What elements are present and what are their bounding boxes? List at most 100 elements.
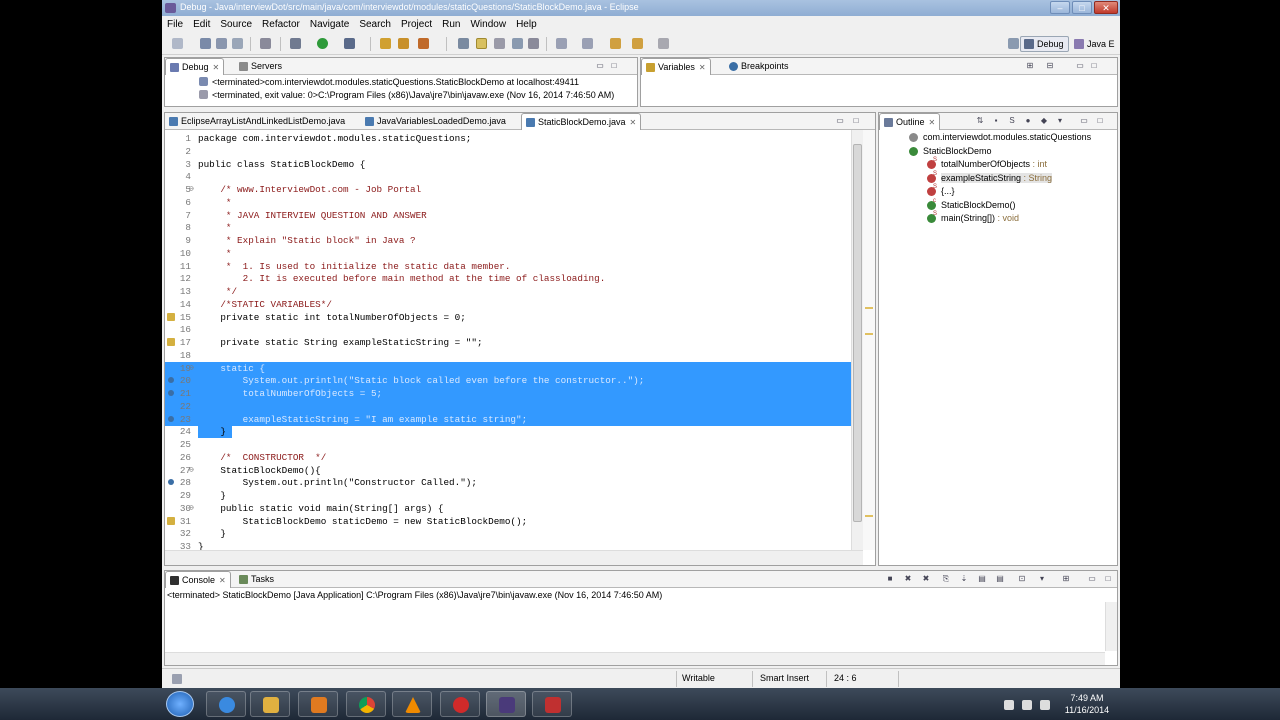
code-line[interactable]: 9 * Explain "Static block" in Java ? <box>165 234 851 247</box>
scrollbar-thumb[interactable] <box>853 144 862 522</box>
tab-variables[interactable]: Variables ✕ <box>641 58 711 75</box>
tab-tasks[interactable]: Tasks <box>235 571 278 588</box>
taskbar-vlc[interactable] <box>392 691 432 717</box>
tab-outline[interactable]: Outline ✕ <box>879 113 941 130</box>
console-horizontal-scrollbar[interactable] <box>165 652 1105 665</box>
show-whitespace-icon[interactable] <box>512 38 523 49</box>
menu-edit[interactable]: Edit <box>188 19 215 30</box>
menu-refactor[interactable]: Refactor <box>257 19 305 30</box>
code-line[interactable]: 24 } <box>165 425 851 439</box>
code-line[interactable]: 10 * <box>165 247 851 260</box>
skip-breakpoints-icon[interactable] <box>260 38 271 49</box>
forward-icon[interactable] <box>658 38 669 49</box>
pilcrow-icon[interactable] <box>528 38 539 49</box>
run-icon[interactable] <box>317 38 328 49</box>
debug-perspective-button[interactable]: Debug <box>1020 36 1069 52</box>
scroll-lock-icon[interactable]: ⇣ <box>959 574 969 584</box>
menu-search[interactable]: Search <box>354 19 396 30</box>
code-line[interactable]: 8 * <box>165 221 851 234</box>
show-on-stdout-icon[interactable]: ▤ <box>977 574 987 584</box>
hide-local-types-icon[interactable]: ◆ <box>1039 116 1049 126</box>
code-line[interactable]: 31 StaticBlockDemo staticDemo = new Stat… <box>165 515 851 528</box>
show-on-stderr-icon[interactable]: ▤ <box>995 574 1005 584</box>
back-icon[interactable] <box>632 38 643 49</box>
outline-item[interactable]: StaticBlockDemo <box>909 146 992 156</box>
code-line[interactable]: 27 ⊖ StaticBlockDemo(){ <box>165 464 851 477</box>
outline-item[interactable]: SexampleStaticString : String <box>927 171 1053 183</box>
close-tab-icon[interactable]: ✕ <box>213 63 220 72</box>
outline-item[interactable]: com.interviewdot.modules.staticQuestions <box>909 132 1091 142</box>
menu-source[interactable]: Source <box>215 19 257 30</box>
tray-network-icon[interactable] <box>1022 700 1032 710</box>
open-perspective-icon[interactable] <box>1008 38 1019 49</box>
code-line[interactable]: 23 exampleStaticString = "I am example s… <box>165 412 851 426</box>
menu-file[interactable]: File <box>162 19 188 30</box>
debug-gear-icon[interactable] <box>290 38 301 49</box>
clear-console-icon[interactable]: ⎘ <box>941 574 951 584</box>
debug-process-item[interactable]: <terminated, exit value: 0>C:\Program Fi… <box>199 90 614 100</box>
tab-eclipse-arraylist-demo[interactable]: EclipseArrayListAndLinkedListDemo.java <box>165 113 349 130</box>
terminate-icon[interactable]: ■ <box>885 574 895 584</box>
code-line[interactable]: 4 <box>165 170 851 183</box>
last-edit-location-icon[interactable] <box>610 38 621 49</box>
maximize-view-icon[interactable]: □ <box>851 116 861 126</box>
block-selection-icon[interactable] <box>494 38 505 49</box>
fold-toggle-icon[interactable]: ⊖ <box>189 183 197 196</box>
outline-item[interactable]: c StaticBlockDemo() <box>927 198 1016 210</box>
open-type-icon[interactable] <box>458 38 469 49</box>
display-console-icon[interactable]: ▾ <box>1037 574 1047 584</box>
close-tab-icon[interactable]: ✕ <box>219 576 226 585</box>
system-clock[interactable]: 7:49 AM 11/16/2014 <box>1058 692 1116 716</box>
menu-window[interactable]: Window <box>465 19 511 30</box>
console-vertical-scrollbar[interactable] <box>1105 602 1117 651</box>
remove-launch-icon[interactable]: ✖ <box>903 574 913 584</box>
tray-flag-icon[interactable] <box>1004 700 1014 710</box>
code-line[interactable]: 13 */ <box>165 285 851 298</box>
taskbar-ie[interactable] <box>206 691 246 717</box>
minimize-button[interactable]: – <box>1050 1 1070 14</box>
hide-static-icon[interactable]: S <box>1007 116 1017 126</box>
taskbar-eclipse[interactable] <box>486 691 526 717</box>
taskbar-screen-recorder[interactable] <box>532 691 572 717</box>
code-line[interactable]: 14 /*STATIC VARIABLES*/ <box>165 298 851 311</box>
menu-run[interactable]: Run <box>437 19 465 30</box>
tab-breakpoints[interactable]: Breakpoints <box>725 58 793 75</box>
close-tab-icon[interactable]: ✕ <box>929 118 936 127</box>
code-line[interactable]: 17 private static String exampleStaticSt… <box>165 336 851 349</box>
code-line[interactable]: 2 <box>165 145 851 158</box>
save-all-icon[interactable] <box>216 38 227 49</box>
previous-annotation-icon[interactable] <box>582 38 593 49</box>
java-perspective-button[interactable]: Java E <box>1070 36 1120 52</box>
taskbar-chrome[interactable] <box>346 691 386 717</box>
code-line[interactable]: 22 <box>165 399 851 413</box>
view-menu-icon[interactable]: ▾ <box>1055 116 1065 126</box>
new-class-icon[interactable] <box>418 38 429 49</box>
minimize-view-icon[interactable]: ▭ <box>595 61 605 71</box>
fold-toggle-icon[interactable]: ⊖ <box>189 502 197 515</box>
taskbar-app[interactable] <box>440 691 480 717</box>
tab-java-variables-loaded-demo[interactable]: JavaVariablesLoadedDemo.java <box>361 113 510 130</box>
code-area[interactable]: 1 package com.interviewdot.modules.static… <box>165 130 851 552</box>
debug-launch-item[interactable]: <terminated>com.interviewdot.modules.sta… <box>199 77 579 87</box>
editor-vertical-scrollbar[interactable] <box>851 130 863 550</box>
code-line[interactable]: 11 * 1. Is used to initialize the static… <box>165 260 851 273</box>
close-button[interactable]: ✕ <box>1094 1 1118 14</box>
new-java-project-icon[interactable] <box>380 38 391 49</box>
code-line[interactable]: 15 private static int totalNumberOfObjec… <box>165 311 851 324</box>
tray-volume-icon[interactable] <box>1040 700 1050 710</box>
code-line[interactable]: 1 package com.interviewdot.modules.static… <box>165 132 851 145</box>
outline-item[interactable]: Smain(String[]) : void <box>927 211 1019 223</box>
external-tools-icon[interactable] <box>344 38 355 49</box>
menu-navigate[interactable]: Navigate <box>305 19 354 30</box>
fast-view-icon[interactable] <box>172 674 182 684</box>
code-line[interactable]: 7 * JAVA INTERVIEW QUESTION AND ANSWER <box>165 209 851 222</box>
maximize-view-icon[interactable]: □ <box>1103 574 1113 584</box>
taskbar-explorer[interactable] <box>250 691 290 717</box>
code-line[interactable]: 26 /* CONSTRUCTOR */ <box>165 451 851 464</box>
tab-static-block-demo[interactable]: StaticBlockDemo.java ✕ <box>521 113 642 130</box>
code-line[interactable]: 12 2. It is executed before main method … <box>165 272 851 285</box>
pin-console-icon[interactable]: ⊡ <box>1017 574 1027 584</box>
code-line[interactable]: 18 <box>165 349 851 362</box>
code-line[interactable]: 16 <box>165 323 851 336</box>
maximize-view-icon[interactable]: □ <box>609 61 619 71</box>
